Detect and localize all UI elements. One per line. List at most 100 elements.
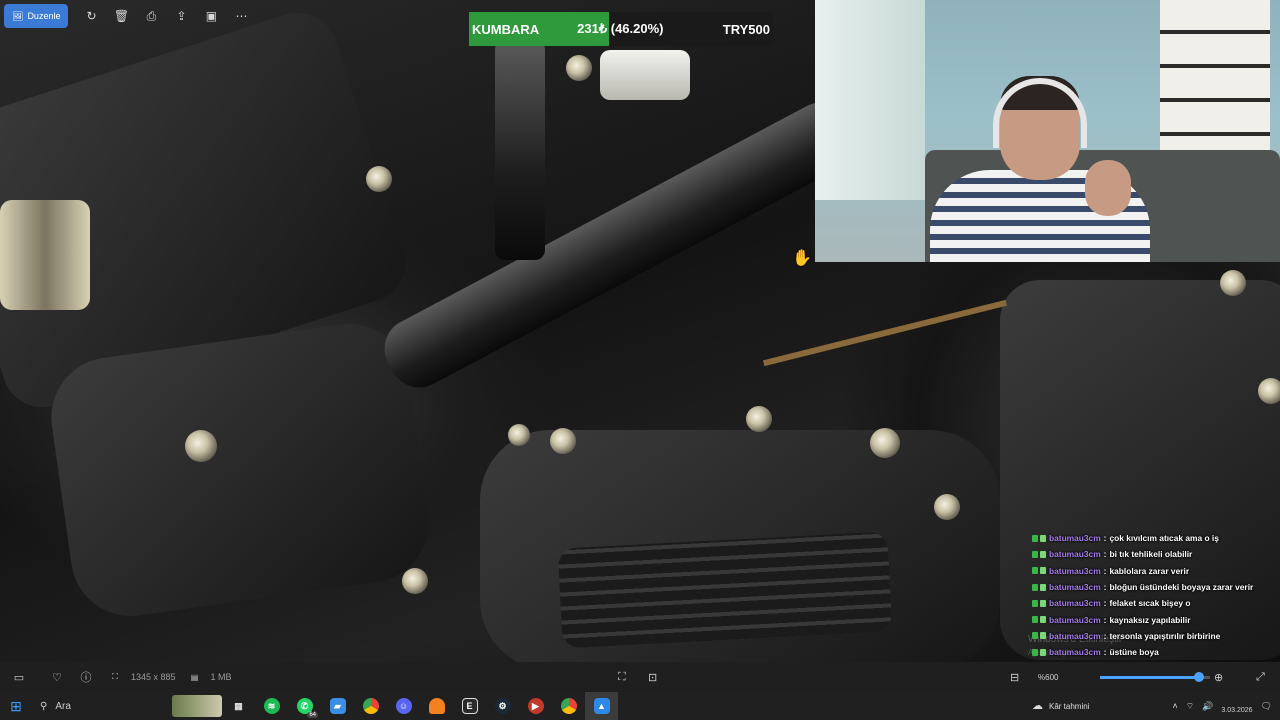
cloud-icon[interactable] — [420, 692, 453, 720]
engine-frame-lower — [43, 316, 437, 624]
streamer-hand — [1085, 160, 1131, 216]
zoom-slider-fill — [1100, 676, 1199, 679]
discord-icon[interactable]: ☺ — [387, 692, 420, 720]
tray-chevron-icon[interactable]: ˄ — [1172, 701, 1177, 711]
actual-size-icon[interactable]: ⊡ — [648, 662, 657, 692]
windows-start-icon[interactable]: ⊞ — [0, 692, 32, 720]
vertical-tube — [495, 40, 545, 260]
badge-icon — [1032, 567, 1038, 575]
chat-username[interactable]: batumau3cm — [1049, 533, 1101, 543]
badge-icon — [1040, 583, 1046, 591]
edit-label: Duzenle — [27, 11, 61, 21]
files-icon[interactable]: ▰ — [321, 692, 354, 720]
badge-icon — [1032, 616, 1038, 624]
badge-icon — [1040, 599, 1046, 607]
bolt — [508, 424, 530, 446]
badge-icon — [1040, 567, 1046, 575]
favorite-icon[interactable]: ♡ — [47, 671, 67, 684]
chrome-icon[interactable] — [354, 692, 387, 720]
more-icon[interactable]: ⋯ — [228, 4, 254, 28]
desktop-screen: 🖼 Duzenle ↻ 🗑 ⎙ ⇪ ▣ ⋯ KUMBARA 231₺ (46.2… — [0, 0, 1280, 720]
taskbar-clock[interactable]: 3.03.2026 — [1221, 697, 1252, 715]
chat-separator: : — [1103, 647, 1107, 658]
chat-text: üstüne boya — [1109, 647, 1159, 658]
badge-icon — [1032, 534, 1038, 542]
taskbar-date: 3.03.2026 — [1221, 707, 1253, 714]
dimensions-icon: ⛶ — [112, 672, 118, 681]
chat-username[interactable]: batumau3cm — [1049, 549, 1101, 559]
chat-separator: : — [1103, 598, 1107, 609]
crop-icon[interactable]: ▣ — [198, 4, 224, 28]
bolt — [550, 428, 576, 454]
chat-username[interactable]: batumau3cm — [1049, 582, 1101, 592]
chat-text: bloğun üstündeki boyaya zarar verir — [1109, 582, 1254, 593]
bearing — [0, 200, 90, 310]
image-file-size: 1 MB — [210, 672, 232, 682]
spotify-icon[interactable]: ≋ — [255, 692, 288, 720]
hand-cursor-icon: ✋ — [792, 250, 812, 267]
zoom-in-icon[interactable]: ⊕ — [1214, 662, 1223, 692]
share-icon[interactable]: ⇪ — [168, 4, 194, 28]
badge-icon — [1040, 632, 1046, 640]
chat-separator: : — [1103, 549, 1107, 560]
taskbar: ⊞ ⚲ Ara ▦ ≋ ✆ 64 ▰ ☺ E ⚙ ▶ ▲ ☁ Kâr tahmi… — [0, 692, 1280, 720]
chat-separator: : — [1103, 582, 1107, 593]
zoom-slider-thumb[interactable] — [1194, 672, 1204, 682]
print-icon[interactable]: ⎙ — [138, 4, 164, 28]
fullscreen-icon[interactable]: ⤢ — [1256, 662, 1265, 692]
chat-text: felaket sıcak bişey o — [1109, 598, 1191, 609]
chat-separator: : — [1103, 565, 1107, 576]
throttle-cable — [762, 299, 1008, 367]
epic-icon[interactable]: E — [453, 692, 486, 720]
viewer-statusbar: ▭ ♡ ⓘ ⛶ 1345 x 885 ▤ 1 MB ⛶ ⊡ ⊟ %600 ⊕ ⤢ — [0, 662, 1280, 692]
donation-goal-label: KUMBARA — [472, 21, 540, 37]
chat-separator: : — [1103, 533, 1107, 544]
donation-goal-target: TRY500 — [722, 21, 770, 37]
edit-icon: 🖼 — [12, 10, 24, 21]
badge-icon — [1032, 583, 1038, 591]
network-icon[interactable]: ⌔ — [1186, 701, 1194, 712]
chat-username[interactable]: batumau3cm — [1049, 647, 1101, 657]
rotate-icon[interactable]: ↻ — [78, 4, 104, 28]
badge-icon — [1040, 534, 1046, 542]
chat-message: batumau3cm: kablolara zarar verir — [1032, 563, 1280, 579]
badge-icon — [1040, 648, 1046, 656]
chat-username[interactable]: batumau3cm — [1049, 566, 1101, 576]
bolt — [402, 568, 428, 594]
notification-icon[interactable]: 🗨 — [1261, 701, 1272, 712]
steam-icon[interactable]: ⚙ — [486, 692, 519, 720]
edit-button[interactable]: 🖼 Duzenle — [4, 4, 69, 28]
weather-icon: ☁ — [1032, 699, 1043, 712]
filmstrip-icon[interactable]: ▭ — [9, 671, 29, 684]
taskbar-search[interactable]: ⚲ Ara — [32, 692, 222, 720]
fit-icon[interactable]: ⛶ — [618, 662, 626, 692]
task-view-icon[interactable]: ▦ — [222, 692, 255, 720]
delete-icon[interactable]: 🗑 — [108, 4, 134, 28]
chat-text: bi tık tehlikeli olabilir — [1109, 549, 1193, 560]
chat-message: batumau3cm: bloğun üstündeki boyaya zarar… — [1032, 579, 1280, 595]
zoom-value: %600 — [1038, 672, 1059, 682]
photos-icon[interactable]: ▲ — [585, 692, 618, 720]
badge-icon — [1040, 616, 1046, 624]
zoom-out-icon[interactable]: ⊟ — [1010, 662, 1019, 692]
chat-message: batumau3cm: bi tık tehlikeli olabilir — [1032, 546, 1280, 562]
search-placeholder: Ara — [55, 700, 71, 712]
chrome-alt-icon[interactable] — [552, 692, 585, 720]
chat-username[interactable]: batumau3cm — [1049, 615, 1101, 625]
whatsapp-icon[interactable]: ✆ 64 — [288, 692, 321, 720]
chat-username[interactable]: batumau3cm — [1049, 598, 1101, 608]
badge-icon — [1032, 599, 1038, 607]
badge-icon — [1032, 632, 1038, 640]
media-icon[interactable]: ▶ — [519, 692, 552, 720]
donation-goal-bar: KUMBARA 231₺ (46.20%) TRY500 — [469, 12, 773, 46]
chat-message: batumau3cm: felaket sıcak bişey o — [1032, 595, 1280, 611]
volume-icon[interactable]: 🔊 — [1202, 701, 1213, 712]
zoom-slider[interactable] — [1100, 672, 1210, 682]
badge-icon — [1040, 550, 1046, 558]
weather-widget[interactable]: ☁ Kâr tahmini — [1032, 692, 1089, 720]
chat-text: çok kıvılcım atıcak ama o iş — [1109, 533, 1219, 544]
info-icon[interactable]: ⓘ — [76, 669, 96, 685]
chat-username[interactable]: batumau3cm — [1049, 631, 1101, 641]
bolt — [566, 55, 592, 81]
chat-text: tersonla yapıştırılır birbirine — [1109, 630, 1221, 641]
